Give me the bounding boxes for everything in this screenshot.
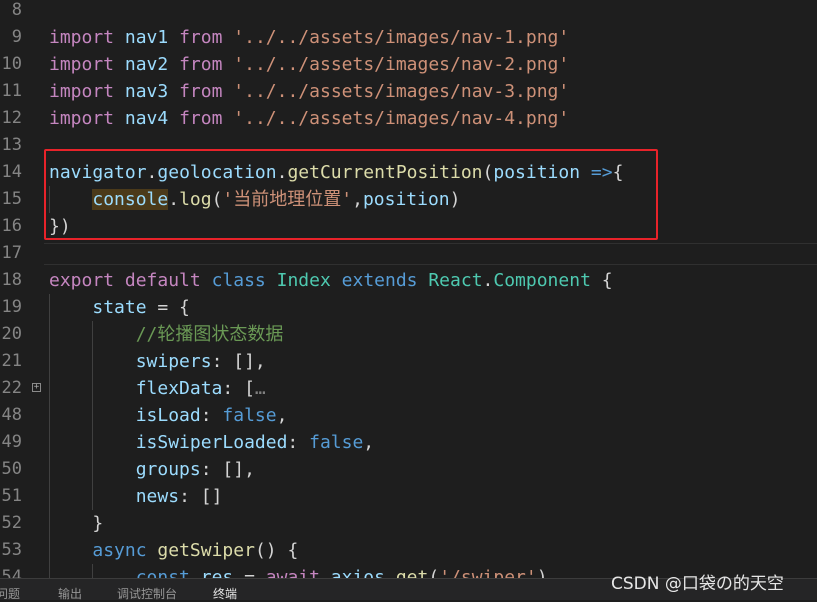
annotation-highlight-box <box>44 149 658 240</box>
code-text: const res = await axios.get('/swiper') <box>135 567 548 578</box>
code-line[interactable]: 19 state = { <box>0 294 817 321</box>
code-line[interactable]: 21 swipers: [], <box>0 348 817 375</box>
code-line[interactable]: 10 import nav2 from '../../assets/images/… <box>0 51 817 78</box>
line-number: 50 <box>1 459 22 479</box>
code-line[interactable]: 18 export default class Index extends Rea… <box>0 267 817 294</box>
line-number: 20 <box>1 324 22 344</box>
tab-terminal[interactable]: 终端 <box>213 585 237 602</box>
code-text: import nav2 from '../../assets/images/na… <box>49 54 570 75</box>
line-number: 54 <box>1 567 22 578</box>
code-line[interactable]: 53 async getSwiper() { <box>0 537 817 564</box>
line-number: 49 <box>1 432 22 452</box>
code-line[interactable]: 8 <box>0 0 817 24</box>
line-number: 9 <box>11 27 22 47</box>
line-number: 15 <box>1 189 22 209</box>
code-text: export default class Index extends React… <box>49 270 613 291</box>
line-number: 52 <box>1 513 22 533</box>
line-number: 53 <box>1 540 22 560</box>
code-text: import nav3 from '../../assets/images/na… <box>49 81 570 102</box>
code-line[interactable]: 22 + flexData: [… <box>0 375 817 402</box>
line-number: 11 <box>1 81 22 101</box>
code-text: import nav4 from '../../assets/images/na… <box>49 108 570 129</box>
tab-output[interactable]: 输出 <box>58 585 82 602</box>
line-number: 14 <box>1 162 22 182</box>
code-text: swipers: [], <box>135 351 266 372</box>
fold-expand-icon[interactable]: + <box>32 383 41 392</box>
line-number: 22 <box>1 378 22 398</box>
line-number: 8 <box>11 0 22 20</box>
csdn-watermark: CSDN @口袋の的天空 <box>611 574 784 594</box>
line-number: 19 <box>1 297 22 317</box>
code-line[interactable]: 9 import nav1 from '../../assets/images/n… <box>0 24 817 51</box>
code-text: news: [] <box>135 486 223 507</box>
line-number: 10 <box>1 54 22 74</box>
code-text: isSwiperLoaded: false, <box>135 432 375 453</box>
line-number: 12 <box>1 108 22 128</box>
code-text: async getSwiper() { <box>92 540 299 561</box>
line-number: 51 <box>1 486 22 506</box>
line-number: 18 <box>1 270 22 290</box>
code-text: } <box>92 513 104 534</box>
code-text: import nav1 from '../../assets/images/na… <box>49 27 570 48</box>
tab-debug-console[interactable]: 调试控制台 <box>117 585 177 602</box>
line-number: 21 <box>1 351 22 371</box>
line-number: 13 <box>1 135 22 155</box>
line-number: 17 <box>1 243 22 263</box>
code-line[interactable]: 52 } <box>0 510 817 537</box>
line-number: 16 <box>1 216 22 236</box>
code-line[interactable]: 49 isSwiperLoaded: false, <box>0 429 817 456</box>
code-line[interactable]: 20 //轮播图状态数据 <box>0 321 817 348</box>
code-line[interactable]: 48 isLoad: false, <box>0 402 817 429</box>
code-line[interactable]: 11 import nav3 from '../../assets/images/… <box>0 78 817 105</box>
line-number: 48 <box>1 405 22 425</box>
code-text: //轮播图状态数据 <box>135 324 284 345</box>
code-text: state = { <box>92 297 190 318</box>
code-line[interactable]: 17 <box>0 240 817 267</box>
code-text: flexData: [… <box>135 378 266 399</box>
code-line[interactable]: 12 import nav4 from '../../assets/images/… <box>0 105 817 132</box>
tab-problems[interactable]: 问题 <box>0 585 20 602</box>
code-editor[interactable]: 8 9 import nav1 from '../../assets/images/… <box>0 0 817 578</box>
code-line[interactable]: 51 news: [] <box>0 483 817 510</box>
code-text: groups: [], <box>135 459 255 480</box>
code-text: isLoad: false, <box>135 405 288 426</box>
code-line[interactable]: 50 groups: [], <box>0 456 817 483</box>
